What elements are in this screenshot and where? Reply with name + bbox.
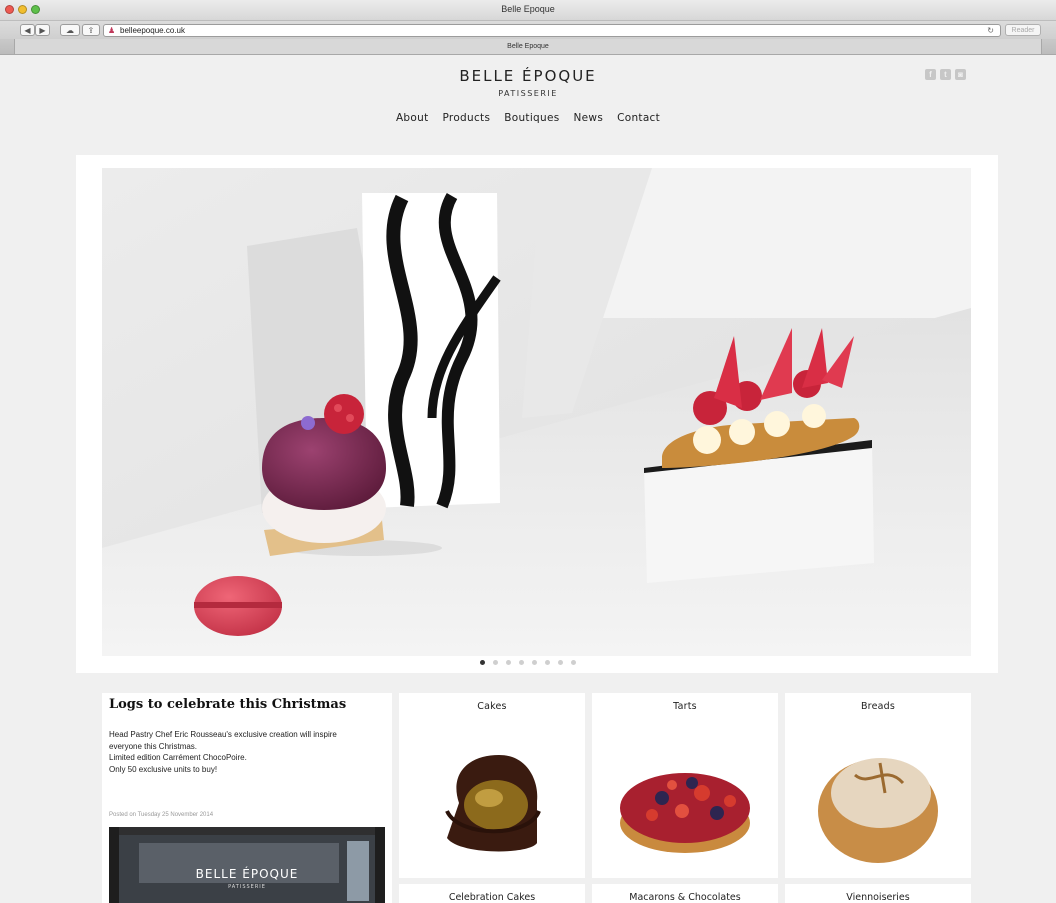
product-card-celebration-cakes[interactable]: Celebration Cakes: [399, 884, 585, 903]
hero-photo: [102, 168, 971, 656]
product-card-tarts[interactable]: Tarts: [592, 693, 778, 878]
hero-slider: [76, 155, 998, 673]
slider-dot-3[interactable]: [506, 660, 511, 665]
cakes-image: [445, 755, 541, 852]
news-date: Posted on Tuesday 25 November 2014: [109, 812, 214, 818]
nav-news[interactable]: News: [574, 112, 604, 124]
address-bar[interactable]: ♟ belleepoque.co.uk ↻: [103, 24, 1001, 37]
reload-icon[interactable]: ↻: [987, 26, 994, 35]
slider-dot-1[interactable]: [480, 660, 485, 665]
social-links: f t ◙: [925, 69, 966, 80]
share-icon[interactable]: ⇪: [82, 24, 100, 36]
instagram-icon[interactable]: ◙: [955, 69, 966, 80]
forward-button[interactable]: ▶: [35, 24, 50, 36]
facebook-icon[interactable]: f: [925, 69, 936, 80]
slider-dot-4[interactable]: [519, 660, 524, 665]
product-label: Viennoiseries: [846, 892, 910, 903]
photo-sign-text: BELLE ÉPOQUE: [195, 867, 299, 881]
tab-belle-epoque[interactable]: Belle Epoque: [14, 39, 1042, 54]
url-text: belleepoque.co.uk: [120, 26, 185, 35]
window-title: Belle Epoque: [501, 4, 555, 14]
breads-image: [818, 758, 938, 863]
product-label: Celebration Cakes: [448, 892, 536, 903]
news-line: Limited edition Carrément ChocoPoire.: [109, 753, 247, 762]
main-nav: About Products Boutiques News Contact: [14, 112, 1042, 124]
photo-sign-sub: PATISSERIE: [228, 884, 266, 890]
logo-tagline: PATISSERIE: [498, 89, 558, 98]
web-page: BELLE ÉPOQUE PATISSERIE f t ◙ About Prod…: [14, 55, 1042, 903]
news-line: Only 50 exclusive units to buy!: [109, 764, 218, 774]
news-title[interactable]: Logs to celebrate this Christmas: [109, 697, 346, 712]
slider-dot-6[interactable]: [545, 660, 550, 665]
news-photo[interactable]: BELLE ÉPOQUE PATISSERIE: [109, 827, 385, 903]
news-panel: Logs to celebrate this Christmas Head Pa…: [102, 693, 392, 903]
news-line: Head Pastry Chef Eric Rousseau's exclusi…: [109, 730, 337, 739]
icloud-tabs-icon[interactable]: ☁: [60, 24, 80, 36]
site-logo[interactable]: BELLE ÉPOQUE PATISSERIE: [14, 67, 1042, 98]
product-label: Macarons & Chocolates: [629, 892, 741, 903]
slider-pagination: [14, 660, 1042, 665]
nav-boutiques[interactable]: Boutiques: [504, 112, 559, 124]
browser-toolbar: ◀ ▶ ☁ ⇪ ♟ belleepoque.co.uk ↻ Reader: [0, 21, 1056, 39]
reader-button[interactable]: Reader: [1005, 24, 1041, 36]
product-card-cakes[interactable]: Cakes: [399, 693, 585, 878]
hero-image[interactable]: [102, 168, 971, 656]
product-card-macarons-chocolates[interactable]: Macarons & Chocolates: [592, 884, 778, 903]
product-card-breads[interactable]: Breads: [785, 693, 971, 878]
slider-dot-7[interactable]: [558, 660, 563, 665]
logo-wordmark: BELLE ÉPOQUE: [459, 67, 597, 85]
twitter-icon[interactable]: t: [940, 69, 951, 80]
browser-window: Belle Epoque ◀ ▶ ☁ ⇪ ♟ belleepoque.co.uk…: [0, 0, 1056, 903]
nav-products[interactable]: Products: [442, 112, 490, 124]
nav-about[interactable]: About: [396, 112, 429, 124]
back-button[interactable]: ◀: [20, 24, 35, 36]
tarts-image: [620, 773, 750, 853]
slider-dot-5[interactable]: [532, 660, 537, 665]
tab-bar: Belle Epoque: [0, 39, 1056, 55]
product-card-viennoiseries[interactable]: Viennoiseries: [785, 884, 971, 903]
slider-dot-2[interactable]: [493, 660, 498, 665]
title-bar: Belle Epoque: [0, 0, 1056, 21]
slider-dot-8[interactable]: [571, 660, 576, 665]
news-line: everyone this Christmas.: [109, 741, 198, 751]
site-favicon-icon: ♟: [108, 25, 116, 35]
nav-contact[interactable]: Contact: [617, 112, 660, 124]
news-excerpt: Head Pastry Chef Eric Rousseau's exclusi…: [109, 729, 384, 775]
